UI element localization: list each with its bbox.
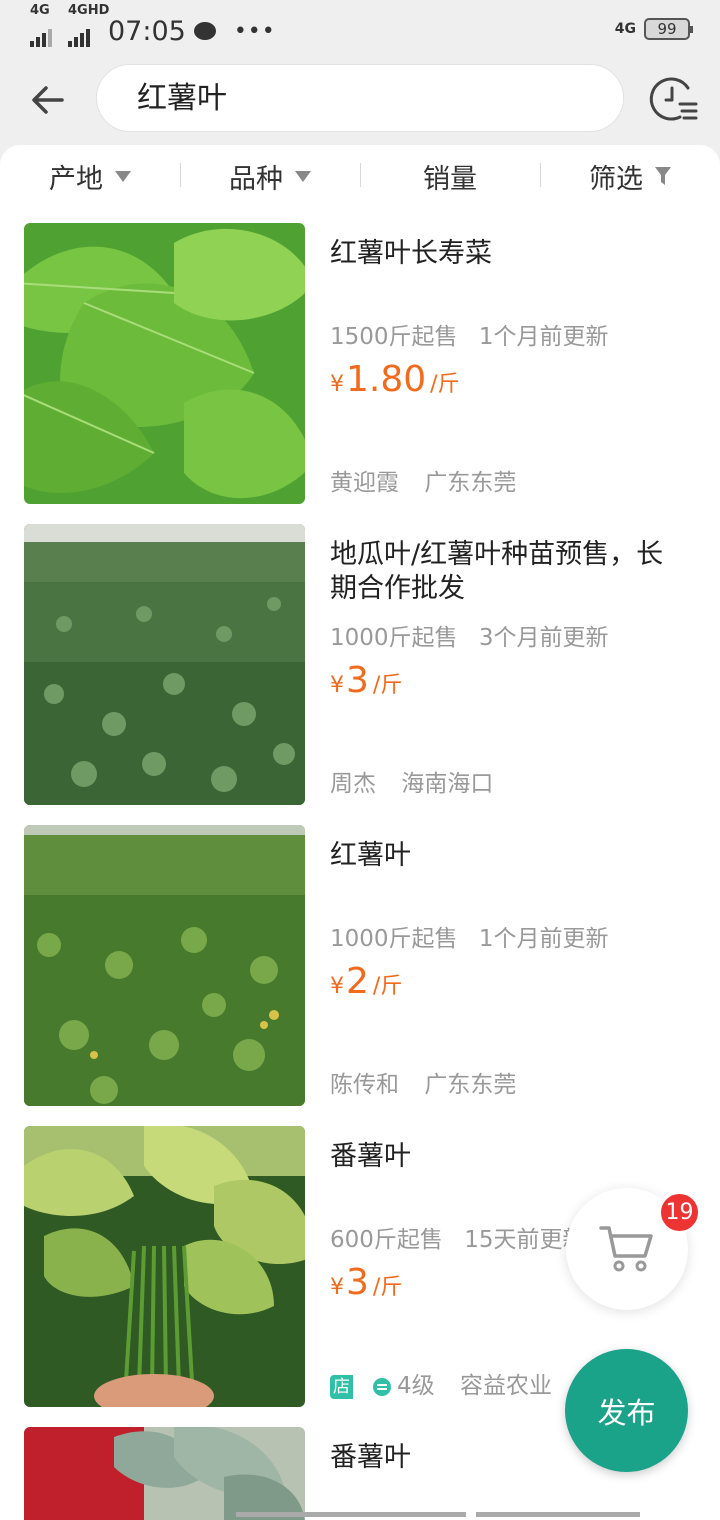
filter-origin[interactable]: 产地: [0, 145, 180, 207]
scroll-indicator: [236, 1512, 640, 1517]
seller-name: 黄迎霞: [330, 470, 399, 496]
min-order: 1000斤起售: [330, 926, 458, 952]
price-value: 3: [346, 660, 369, 701]
cart-count-badge: 19: [659, 1192, 700, 1233]
filter-more[interactable]: 筛选: [540, 145, 720, 207]
results-panel: 产地 品种 销量 筛选 红薯叶长寿菜 1500斤起售 1个月前更新 ¥ 1.80…: [0, 145, 720, 1520]
product-price: ¥ 3 /斤: [330, 660, 402, 701]
header: 红薯叶: [0, 62, 720, 142]
product-image: [24, 1427, 305, 1520]
triangle-down-icon: [115, 170, 131, 182]
product-meta: 1000斤起售 1个月前更新: [330, 919, 609, 953]
price-value: 3: [346, 1262, 369, 1303]
seller-name: 陈传和: [330, 1072, 399, 1098]
seller-location: 广东东莞: [424, 470, 517, 496]
price-unit: /斤: [372, 1275, 403, 1300]
product-price: ¥ 1.80 /斤: [330, 359, 460, 400]
seller-info: 周杰 海南海口: [330, 764, 493, 798]
funnel-icon: [655, 167, 671, 185]
status-bar: 4G 4GHD 07:05 ••• 4G 99: [0, 0, 720, 62]
network-icon: 4G: [614, 21, 636, 37]
price-unit: /斤: [372, 673, 403, 698]
filter-bar: 产地 品种 销量 筛选: [0, 145, 720, 207]
seller-location: 广东东莞: [424, 1072, 517, 1098]
more-notifications-icon: •••: [233, 18, 276, 44]
price-unit: /斤: [430, 372, 460, 397]
status-time: 07:05: [108, 15, 186, 47]
battery-level: 99: [657, 20, 677, 38]
seller-location: 海南海口: [401, 771, 494, 797]
product-image: [24, 524, 305, 805]
currency-symbol: ¥: [330, 1275, 344, 1300]
updated-time: 1个月前更新: [478, 324, 609, 350]
shop-level: 4级: [397, 1373, 435, 1399]
filter-variety[interactable]: 品种: [180, 145, 360, 207]
updated-time: 1个月前更新: [478, 926, 609, 952]
triangle-down-icon: [295, 170, 311, 182]
history-button[interactable]: [648, 74, 698, 124]
filter-label: 产地: [49, 163, 103, 195]
back-button[interactable]: [28, 80, 68, 120]
seller-info: 黄迎霞 广东东莞: [330, 463, 516, 497]
currency-symbol: ¥: [330, 974, 344, 999]
signal-icon: 4GHD: [68, 3, 109, 47]
seller-name: 周杰: [330, 771, 376, 797]
product-meta: 1000斤起售 3个月前更新: [330, 618, 609, 652]
seller-name: 容益农业: [459, 1373, 552, 1399]
battery-icon: 99: [644, 18, 693, 40]
publish-button[interactable]: 发布: [565, 1349, 688, 1472]
product-card[interactable]: 地瓜叶/红薯叶种苗预售，长期合作批发 1000斤起售 3个月前更新 ¥ 3 /斤…: [24, 524, 696, 805]
product-title: 地瓜叶/红薯叶种苗预售，长期合作批发: [330, 539, 664, 604]
shop-level-icon: [371, 1375, 393, 1398]
product-title: 红薯叶长寿菜: [330, 238, 492, 269]
currency-symbol: ¥: [330, 372, 344, 397]
filter-label: 销量: [423, 163, 477, 195]
min-order: 1500斤起售: [330, 324, 458, 350]
min-order: 600斤起售: [330, 1227, 443, 1253]
product-meta: 1500斤起售 1个月前更新: [330, 317, 609, 351]
price-value: 1.80: [346, 359, 427, 400]
product-card[interactable]: 红薯叶 1000斤起售 1个月前更新 ¥ 2 /斤 陈传和 广东东莞: [24, 825, 696, 1106]
seller-info: 陈传和 广东东莞: [330, 1065, 516, 1099]
arrow-left-icon: [32, 86, 64, 114]
filter-label: 筛选: [589, 163, 643, 195]
updated-time: 3个月前更新: [478, 625, 609, 651]
clock-list-icon: [649, 77, 698, 121]
product-card[interactable]: 红薯叶长寿菜 1500斤起售 1个月前更新 ¥ 1.80 /斤 黄迎霞 广东东莞: [24, 223, 696, 504]
product-meta: 600斤起售 15天前更新: [330, 1220, 586, 1254]
product-image: [24, 223, 305, 504]
product-price: ¥ 2 /斤: [330, 961, 402, 1002]
product-image: [24, 825, 305, 1106]
search-input[interactable]: 红薯叶: [96, 64, 624, 132]
product-image: [24, 1126, 305, 1407]
min-order: 1000斤起售: [330, 625, 458, 651]
filter-sales[interactable]: 销量: [360, 145, 540, 207]
shop-tag: 店: [330, 1374, 353, 1399]
product-title: 番薯叶: [330, 1141, 411, 1172]
currency-symbol: ¥: [330, 673, 344, 698]
wechat-icon: [193, 22, 216, 40]
filter-label: 品种: [229, 163, 283, 195]
shop-badge: 店: [330, 1374, 393, 1399]
price-value: 2: [346, 961, 369, 1002]
product-title: 红薯叶: [330, 840, 411, 871]
product-price: ¥ 3 /斤: [330, 1262, 402, 1303]
signal-icon: 4G: [30, 3, 52, 47]
price-unit: /斤: [372, 974, 403, 999]
shopping-cart-icon: [599, 1226, 653, 1272]
